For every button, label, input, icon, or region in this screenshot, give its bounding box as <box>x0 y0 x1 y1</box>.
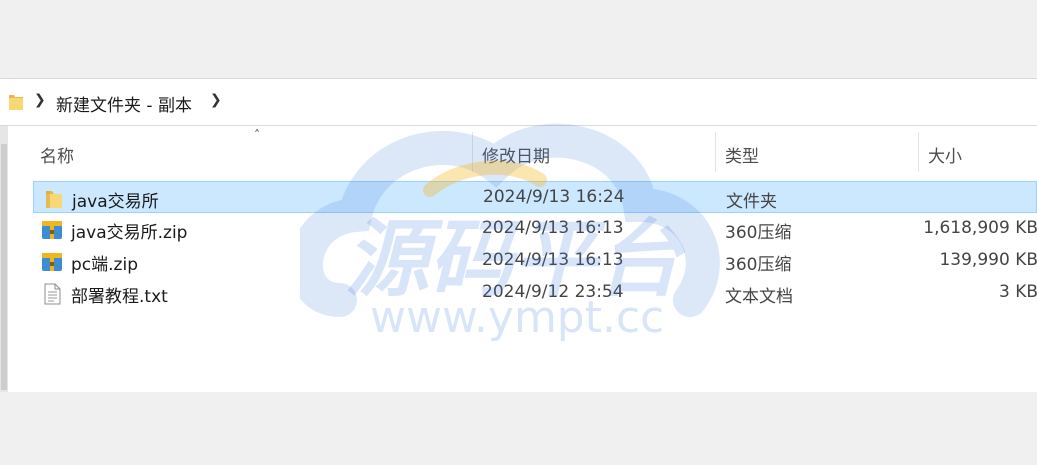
file-type: 360压缩 <box>725 255 792 275</box>
file-type: 文本文档 <box>725 287 793 307</box>
file-date: 2024/9/13 16:13 <box>482 250 624 270</box>
file-date: 2024/9/12 23:54 <box>482 282 624 302</box>
column-divider[interactable] <box>715 132 716 172</box>
column-header-name[interactable]: 名称 <box>40 142 74 167</box>
column-divider[interactable] <box>918 132 919 172</box>
file-row-folder[interactable]: java交易所 2024/9/13 16:24 文件夹 <box>33 181 1037 213</box>
zip-archive-icon <box>42 221 62 239</box>
chevron-right-icon[interactable]: ❯ <box>34 92 46 108</box>
file-size: 139,990 KB <box>939 250 1037 270</box>
folder-icon <box>46 191 62 208</box>
window-background <box>0 392 1037 465</box>
scrollbar-thumb[interactable] <box>1 144 7 390</box>
file-date: 2024/9/13 16:24 <box>483 187 625 207</box>
zip-archive-icon <box>42 253 62 271</box>
file-type: 360压缩 <box>725 223 792 243</box>
file-size: 3 KB <box>998 282 1037 302</box>
text-document-icon <box>44 283 61 305</box>
chevron-right-icon[interactable]: ❯ <box>210 92 222 108</box>
column-header-size[interactable]: 大小 <box>928 142 962 167</box>
column-header-row: ˄ 名称 修改日期 类型 大小 <box>10 126 1037 178</box>
file-name: pc端.zip <box>71 255 138 275</box>
file-row-zip[interactable]: java交易所.zip 2024/9/13 16:13 360压缩 1,618,… <box>33 213 1037 245</box>
column-header-date[interactable]: 修改日期 <box>482 142 550 167</box>
folder-icon <box>9 95 23 110</box>
file-type: 文件夹 <box>726 192 777 212</box>
file-size: 1,618,909 KB <box>923 218 1037 238</box>
column-header-type[interactable]: 类型 <box>725 142 759 167</box>
breadcrumb-folder[interactable]: 新建文件夹 - 副本 <box>56 91 192 116</box>
file-date: 2024/9/13 16:13 <box>482 218 624 238</box>
navigation-scrollbar[interactable] <box>0 126 8 392</box>
file-row-zip[interactable]: pc端.zip 2024/9/13 16:13 360压缩 139,990 KB <box>33 245 1037 277</box>
sort-ascending-icon: ˄ <box>254 128 260 142</box>
file-name: java交易所.zip <box>71 223 188 243</box>
file-name: java交易所 <box>72 192 159 212</box>
file-row-text[interactable]: 部署教程.txt 2024/9/12 23:54 文本文档 3 KB <box>33 277 1037 309</box>
column-divider[interactable] <box>472 132 473 172</box>
file-list-pane: ˄ 名称 修改日期 类型 大小 java交易所 2024/9/13 16:24 … <box>0 126 1037 392</box>
file-name: 部署教程.txt <box>71 287 168 307</box>
address-bar[interactable]: ❯ 新建文件夹 - 副本 ❯ <box>0 78 1037 126</box>
